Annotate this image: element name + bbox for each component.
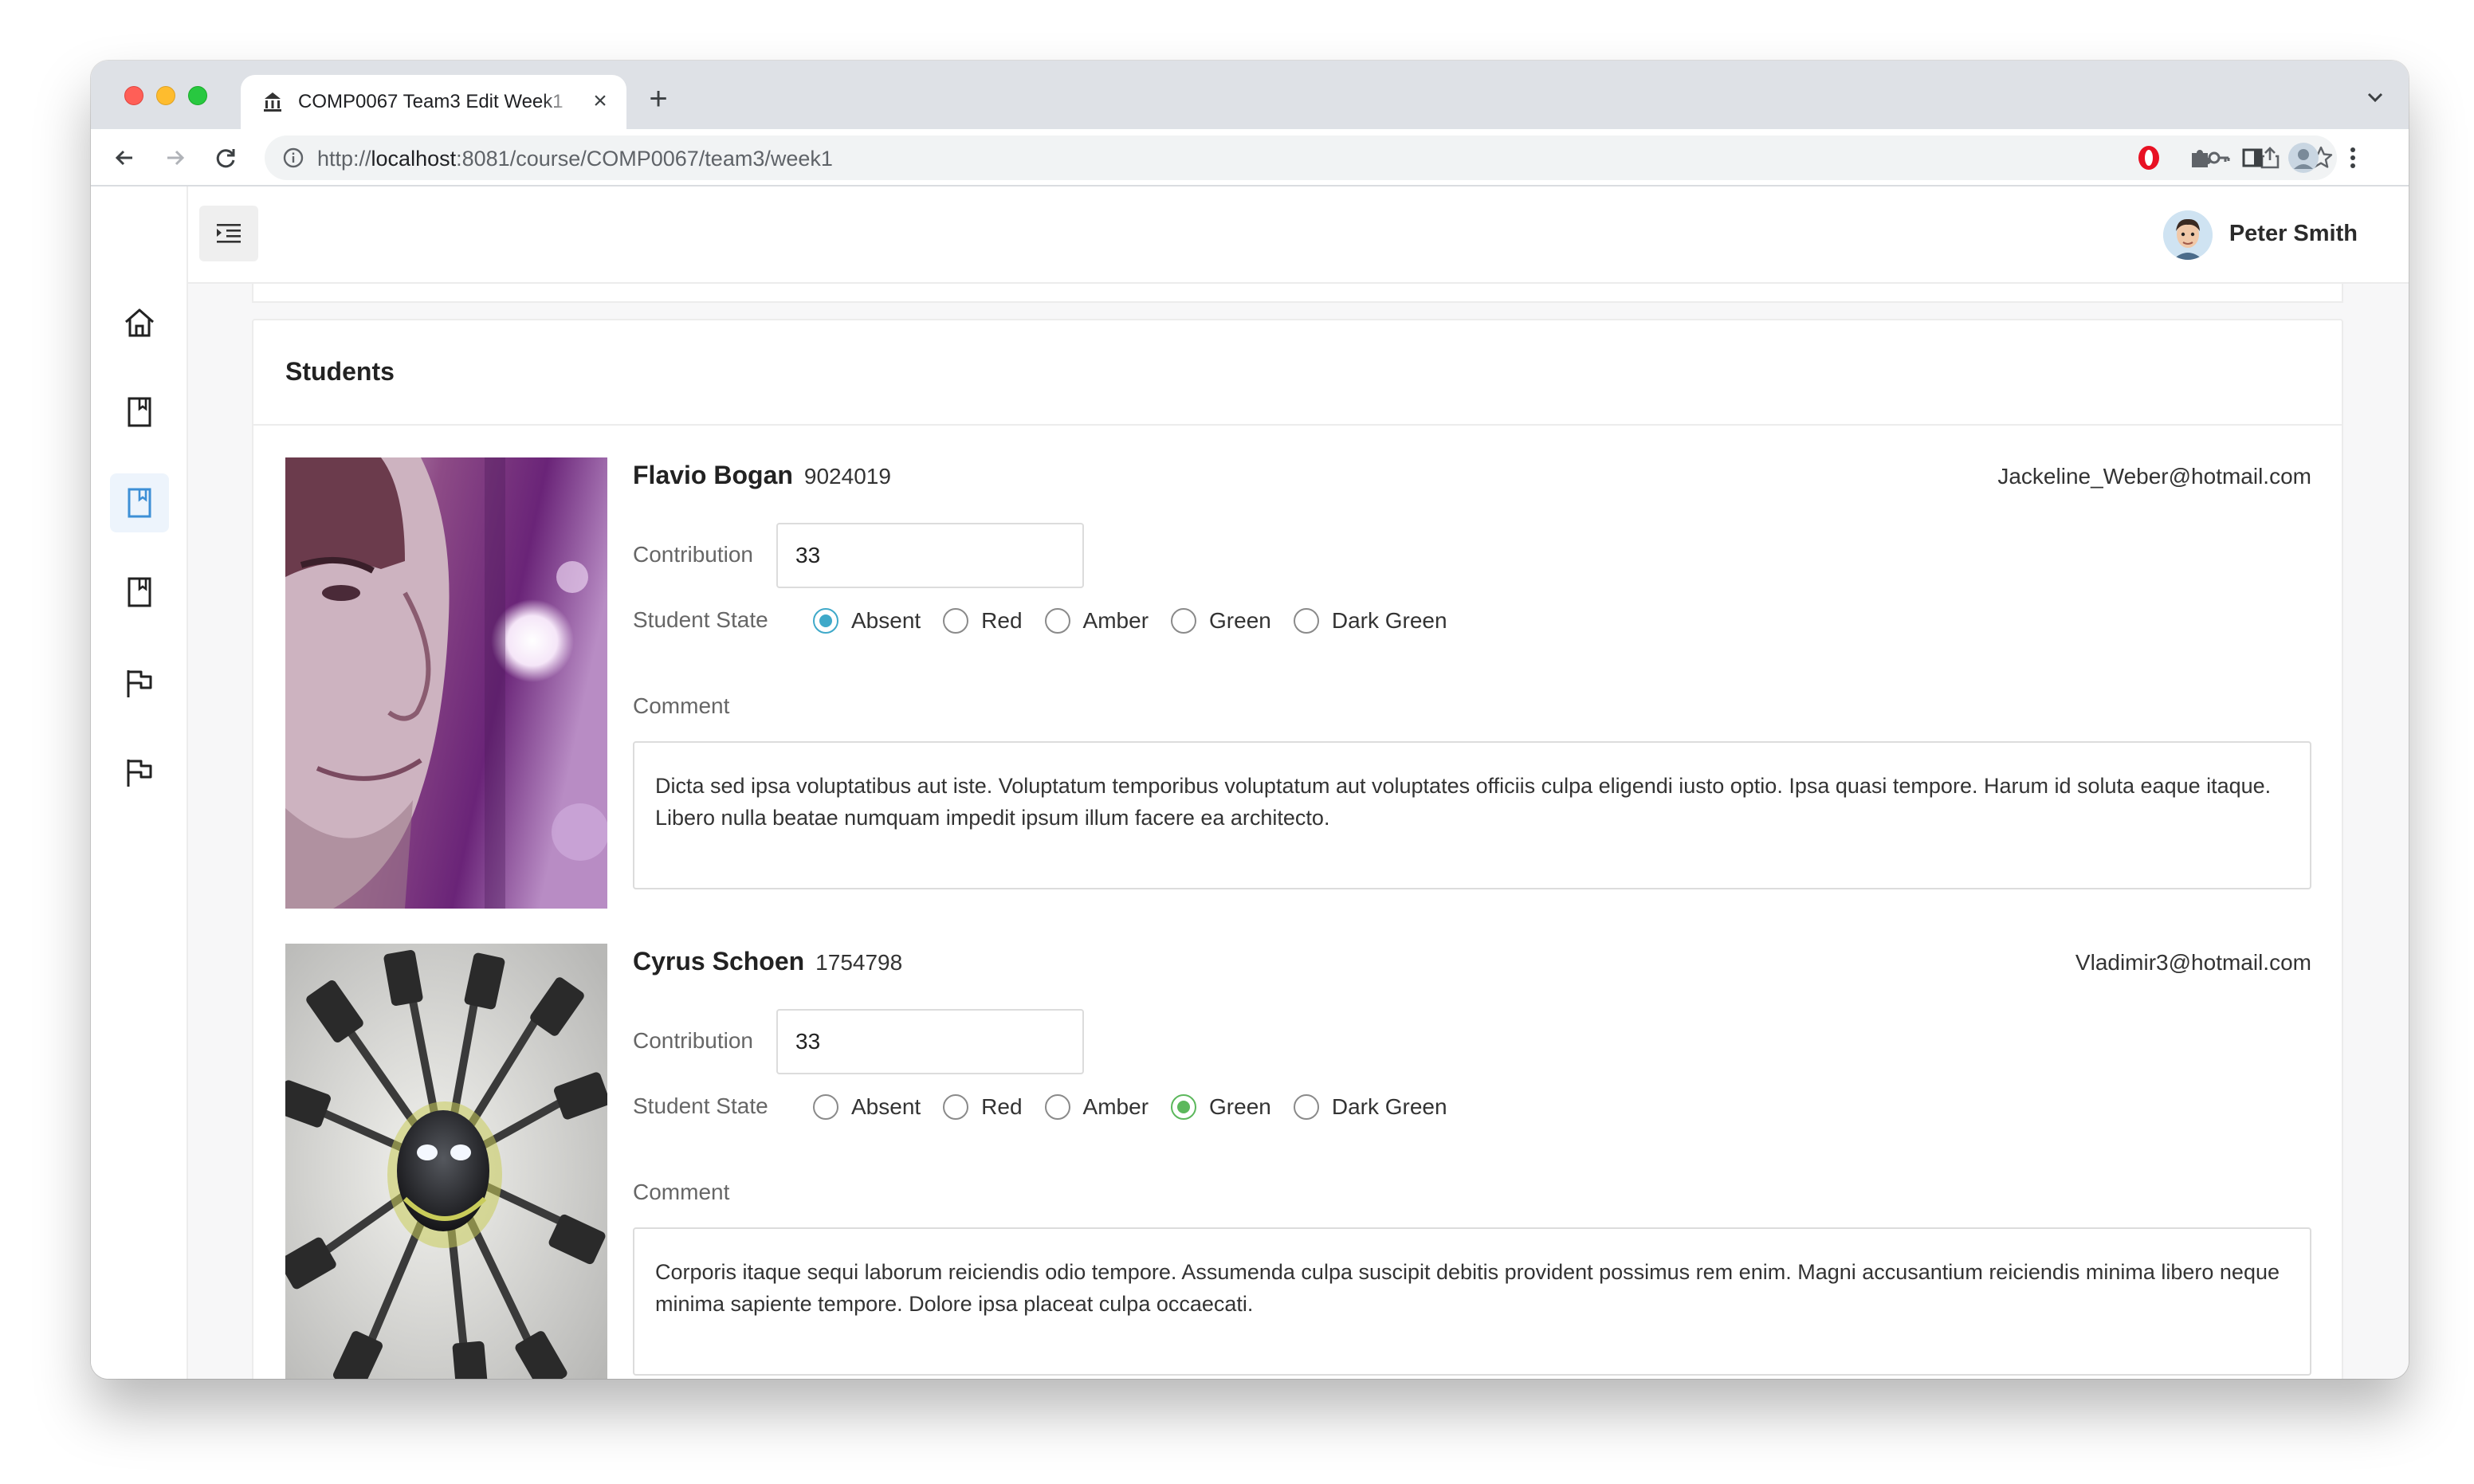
student-name: Flavio Bogan 9024019	[633, 461, 891, 489]
app-container: Peter Smith Students Flavio Bogan 902401…	[91, 186, 2409, 1379]
address-bar[interactable]: http://localhost:8081/course/COMP0067/te…	[265, 135, 2337, 180]
sidebar-item-flag-2[interactable]	[110, 743, 169, 802]
browser-window: COMP0067 Team3 Edit Week1 × + http://loc…	[91, 61, 2409, 1379]
tab-strip: COMP0067 Team3 Edit Week1 × +	[91, 61, 2409, 129]
sidebar	[91, 186, 188, 1379]
tab-close-icon[interactable]: ×	[588, 89, 612, 113]
close-window-button[interactable]	[124, 86, 143, 105]
comment-label: Comment	[633, 1180, 730, 1204]
comment-textarea[interactable]: Dicta sed ipsa voluptatibus aut iste. Vo…	[633, 741, 2311, 889]
radio-green[interactable]: Green	[1171, 1094, 1271, 1120]
flag-icon	[127, 760, 152, 787]
comment-label: Comment	[633, 693, 730, 718]
student-details: Flavio Bogan 9024019 Jackeline_Weber@hotm…	[633, 457, 2311, 909]
menu-toggle-button[interactable]	[199, 206, 258, 261]
radio-circle[interactable]	[1293, 608, 1319, 634]
forward-icon[interactable]	[159, 142, 191, 174]
students-card: Students Flavio Bogan 9024019 Jackeline_…	[252, 319, 2343, 1379]
radio-circle[interactable]	[813, 1094, 838, 1120]
radio-circle[interactable]	[1044, 1094, 1070, 1120]
radio-absent[interactable]: Absent	[813, 1094, 921, 1120]
sidebar-item-home[interactable]	[110, 293, 169, 352]
radio-red[interactable]: Red	[943, 608, 1023, 634]
home-icon	[125, 308, 154, 337]
radio-circle[interactable]	[1171, 608, 1197, 634]
more-menu-icon[interactable]	[2337, 142, 2369, 174]
sidebar-item-course-2[interactable]	[110, 473, 169, 532]
contribution-label: Contribution	[633, 1028, 753, 1053]
radio-absent[interactable]: Absent	[813, 608, 921, 634]
radio-dark-green[interactable]: Dark Green	[1293, 608, 1447, 634]
sidebar-item-course-3[interactable]	[110, 563, 169, 622]
browser-tab[interactable]: COMP0067 Team3 Edit Week1 ×	[241, 75, 626, 129]
indent-menu-icon	[217, 224, 241, 243]
student-email: Vladimir3@hotmail.com	[2075, 950, 2311, 975]
back-icon[interactable]	[108, 142, 140, 174]
reload-icon[interactable]	[210, 142, 242, 174]
maximize-window-button[interactable]	[188, 86, 207, 105]
radio-red[interactable]: Red	[943, 1094, 1023, 1120]
radio-circle[interactable]	[813, 608, 838, 634]
tab-title: COMP0067 Team3 Edit Week1	[298, 91, 564, 112]
info-icon[interactable]	[282, 147, 304, 169]
chevron-down-icon[interactable]	[2364, 88, 2386, 107]
opera-extension-icon[interactable]	[2133, 142, 2165, 174]
main-content: Students Flavio Bogan 9024019 Jackeline_…	[188, 284, 2409, 1379]
profile-avatar-icon[interactable]	[2287, 142, 2319, 174]
new-tab-icon[interactable]: +	[642, 83, 674, 116]
radio-circle[interactable]	[943, 608, 969, 634]
app-header: Peter Smith	[188, 186, 2409, 284]
contribution-label: Contribution	[633, 542, 753, 567]
puzzle-icon[interactable]	[2184, 142, 2216, 174]
university-icon	[264, 92, 281, 112]
student-details: Cyrus Schoen 1754798 Vladimir3@hotmail.co…	[633, 944, 2311, 1379]
contribution-input[interactable]	[776, 523, 1084, 588]
user-name[interactable]: Peter Smith	[2229, 221, 2358, 247]
student-state-label: Student State	[633, 1093, 768, 1118]
radio-circle[interactable]	[1044, 608, 1070, 634]
flag-icon	[127, 670, 152, 697]
student-row: Flavio Bogan 9024019 Jackeline_Weber@hotm…	[285, 457, 2311, 909]
avatar[interactable]	[2163, 210, 2213, 260]
student-id: 9024019	[803, 464, 891, 489]
book-icon	[128, 577, 151, 607]
student-id: 1754798	[815, 950, 903, 975]
radio-circle[interactable]	[1293, 1094, 1319, 1120]
previous-card-edge	[252, 284, 2343, 303]
radio-green[interactable]: Green	[1171, 608, 1271, 634]
minimize-window-button[interactable]	[156, 86, 175, 105]
sidebar-item-course-1[interactable]	[110, 383, 169, 442]
radio-circle[interactable]	[1171, 1094, 1197, 1120]
book-icon	[128, 488, 151, 518]
student-state-label: Student State	[633, 607, 768, 632]
browser-toolbar: http://localhost:8081/course/COMP0067/te…	[91, 129, 2409, 186]
radio-amber[interactable]: Amber	[1044, 1094, 1149, 1120]
radio-dark-green[interactable]: Dark Green	[1293, 1094, 1447, 1120]
student-row: Cyrus Schoen 1754798 Vladimir3@hotmail.co…	[285, 944, 2311, 1379]
radio-amber[interactable]: Amber	[1044, 608, 1149, 634]
sidebar-item-flag-1[interactable]	[110, 654, 169, 713]
student-name: Cyrus Schoen 1754798	[633, 947, 903, 976]
student-state-radio-group: Absent Red Amber Green Dark Green	[813, 1089, 1470, 1125]
comment-textarea[interactable]: Corporis itaque sequi laborum reiciendis…	[633, 1227, 2311, 1376]
card-header: Students	[253, 320, 2342, 426]
contribution-input[interactable]	[776, 1009, 1084, 1074]
side-panel-icon[interactable]	[2236, 142, 2268, 174]
book-icon	[128, 397, 151, 427]
student-photo	[285, 457, 607, 909]
url-text: http://localhost:8081/course/COMP0067/te…	[317, 147, 833, 171]
student-email: Jackeline_Weber@hotmail.com	[1997, 464, 2311, 489]
student-state-radio-group: Absent Red Amber Green Dark Green	[813, 603, 1470, 639]
radio-circle[interactable]	[943, 1094, 969, 1120]
student-photo	[285, 944, 607, 1379]
card-title: Students	[285, 357, 395, 386]
